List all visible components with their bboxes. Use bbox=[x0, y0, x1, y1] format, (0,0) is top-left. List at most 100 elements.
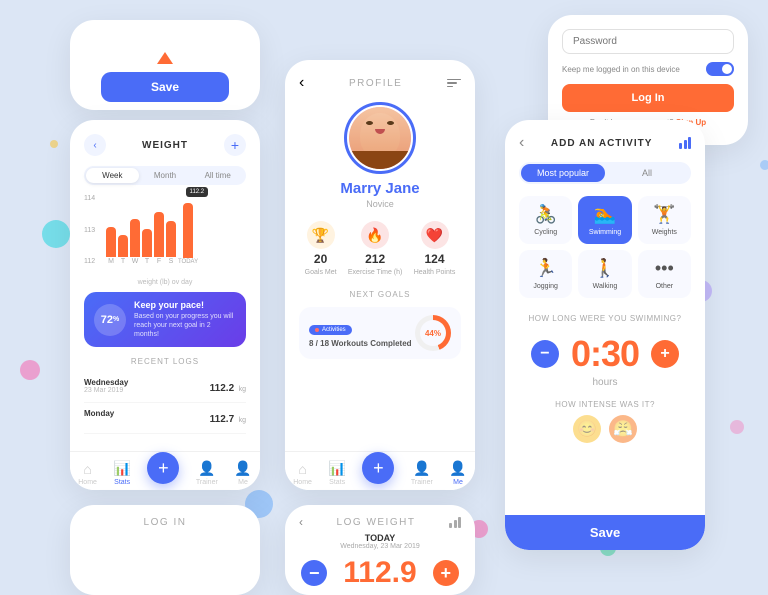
filter-icon[interactable] bbox=[447, 79, 461, 88]
remember-toggle[interactable] bbox=[706, 62, 734, 76]
weights-icon: 🏋️ bbox=[653, 204, 675, 225]
log-weight-card: ‹ LOG WEIGHT TODAY Wednesday, 23 Mar 201… bbox=[285, 505, 475, 595]
log-unit-mon: kg bbox=[239, 417, 246, 424]
deco-circle-6 bbox=[730, 420, 744, 434]
avatar-ring bbox=[344, 102, 416, 174]
jogging-icon: 🏃 bbox=[534, 258, 556, 279]
avatar-section: Marry Jane Novice bbox=[299, 102, 461, 209]
tab-week[interactable]: Week bbox=[86, 168, 139, 183]
pace-heading: Keep your pace! bbox=[134, 300, 236, 310]
goal-tag: Activities bbox=[309, 325, 352, 335]
profile-nav-stats[interactable]: 📊 Stats bbox=[328, 460, 345, 486]
y-label-113: 113 bbox=[84, 227, 95, 234]
chart-icon[interactable] bbox=[679, 137, 691, 149]
intensity-medium[interactable]: 😤 bbox=[609, 415, 637, 443]
back-icon[interactable]: ‹ bbox=[84, 134, 106, 156]
progress-circle: 44% bbox=[415, 315, 451, 351]
pace-number: 72% bbox=[94, 304, 126, 336]
top-card: Save bbox=[70, 20, 260, 110]
exercise-icon: 🔥 bbox=[361, 221, 389, 249]
nav-me[interactable]: 👤 Me bbox=[234, 460, 251, 486]
cycling-label: Cycling bbox=[534, 229, 557, 236]
password-input[interactable] bbox=[562, 29, 734, 54]
add-icon[interactable]: + bbox=[224, 134, 246, 156]
deco-circle-8 bbox=[50, 140, 58, 148]
tab-month[interactable]: Month bbox=[139, 168, 192, 183]
me-icon: 👤 bbox=[234, 460, 251, 477]
walking-label: Walking bbox=[593, 283, 618, 290]
y-label-112: 112 bbox=[84, 258, 95, 265]
log-item-wednesday: Wednesday 23 Mar 2019 112.2 kg bbox=[84, 372, 246, 403]
tab-most-popular[interactable]: Most popular bbox=[521, 164, 605, 182]
stat-goals: 🏆 20 Goals Met bbox=[305, 221, 337, 276]
deco-circle-9 bbox=[760, 160, 768, 170]
timer-section: HOW LONG WERE YOU SWIMMING? − 0:30 + hou… bbox=[519, 314, 691, 388]
save-button[interactable]: Save bbox=[101, 72, 229, 102]
exercise-value: 212 bbox=[365, 252, 385, 266]
walking-icon: 🚶 bbox=[594, 258, 616, 279]
intensity-low[interactable]: 😊 bbox=[573, 415, 601, 443]
profile-nav-add[interactable]: + bbox=[362, 452, 394, 484]
nav-add-button[interactable]: + bbox=[147, 452, 179, 484]
goals-icon: 🏆 bbox=[307, 221, 335, 249]
activity-walking[interactable]: 🚶 Walking bbox=[578, 250, 631, 298]
activity-tabs: Most popular All bbox=[519, 162, 691, 184]
activity-grid: 🚴 Cycling 🏊 Swimming 🏋️ Weights 🏃 Joggin… bbox=[519, 196, 691, 298]
profile-nav-trainer[interactable]: 👤 Trainer bbox=[411, 460, 433, 486]
tab-all[interactable]: All bbox=[605, 164, 689, 182]
nav-trainer[interactable]: 👤 Trainer bbox=[196, 460, 218, 486]
bar-today: 112.2 TODAY bbox=[178, 203, 198, 265]
timer-plus[interactable]: + bbox=[651, 340, 679, 368]
activity-swimming[interactable]: 🏊 Swimming bbox=[578, 196, 631, 244]
profile-stats-icon: 📊 bbox=[328, 460, 345, 477]
nav-trainer-label: Trainer bbox=[196, 479, 218, 486]
nav-home-label: Home bbox=[78, 479, 97, 486]
profile-me-icon: 👤 bbox=[449, 460, 466, 477]
tab-alltime[interactable]: All time bbox=[191, 168, 244, 183]
progress-value: 44% bbox=[425, 329, 441, 338]
health-value: 124 bbox=[424, 252, 444, 266]
y-label-114: 114 bbox=[84, 195, 95, 202]
pace-box: 72% Keep your pace! Based on your progre… bbox=[84, 292, 246, 347]
weight-title: WEIGHT bbox=[142, 140, 188, 151]
nav-home[interactable]: ⌂ Home bbox=[78, 461, 97, 486]
health-label: Health Points bbox=[414, 269, 456, 276]
bottom-nav-weight: ⌂ Home 📊 Stats + 👤 Trainer 👤 Me bbox=[70, 451, 260, 490]
login-button[interactable]: Log In bbox=[562, 84, 734, 112]
activity-weights[interactable]: 🏋️ Weights bbox=[638, 196, 691, 244]
log-date-wed: 23 Mar 2019 bbox=[84, 387, 128, 394]
profile-name: Marry Jane bbox=[340, 180, 419, 197]
activity-save-button[interactable]: Save bbox=[505, 515, 705, 550]
profile-card: ‹ PROFILE Marry Jane Novice bbox=[285, 60, 475, 490]
goal-text: 8 / 18 Workouts Completed bbox=[309, 339, 412, 348]
profile-nav-me[interactable]: 👤 Me bbox=[449, 460, 466, 486]
timer-minus[interactable]: − bbox=[531, 340, 559, 368]
profile-role: Novice bbox=[366, 199, 394, 209]
weight-plus-btn[interactable]: + bbox=[433, 560, 459, 586]
stat-exercise: 🔥 212 Exercise Time (h) bbox=[348, 221, 402, 276]
log-value-wed: 112.2 bbox=[210, 383, 234, 394]
deco-circle-2 bbox=[20, 360, 40, 380]
bar-W: W bbox=[130, 219, 140, 265]
nav-stats-label: Stats bbox=[114, 479, 130, 486]
activity-jogging[interactable]: 🏃 Jogging bbox=[519, 250, 572, 298]
goals-label: Goals Met bbox=[305, 269, 337, 276]
triangle-icon bbox=[157, 52, 173, 64]
remember-label: Keep me logged in on this device bbox=[562, 65, 680, 74]
swimming-icon: 🏊 bbox=[594, 204, 616, 225]
log-unit-wed: kg bbox=[239, 386, 246, 393]
profile-nav-home[interactable]: ⌂ Home bbox=[293, 461, 312, 486]
nav-stats[interactable]: 📊 Stats bbox=[113, 460, 130, 486]
activity-other[interactable]: ••• Other bbox=[638, 250, 691, 298]
profile-home-icon: ⌂ bbox=[298, 461, 306, 477]
weight-minus-btn[interactable]: − bbox=[301, 560, 327, 586]
exercise-label: Exercise Time (h) bbox=[348, 269, 402, 276]
profile-me-label: Me bbox=[453, 479, 463, 486]
log-weight-chart-icon[interactable] bbox=[449, 517, 461, 528]
tab-group: Week Month All time bbox=[84, 166, 246, 185]
activity-cycling[interactable]: 🚴 Cycling bbox=[519, 196, 572, 244]
goals-value: 20 bbox=[314, 252, 327, 266]
activity-card: ‹ ADD AN ACTIVITY Most popular All 🚴 Cyc… bbox=[505, 120, 705, 550]
weights-label: Weights bbox=[652, 229, 677, 236]
deco-circle-1 bbox=[42, 220, 70, 248]
